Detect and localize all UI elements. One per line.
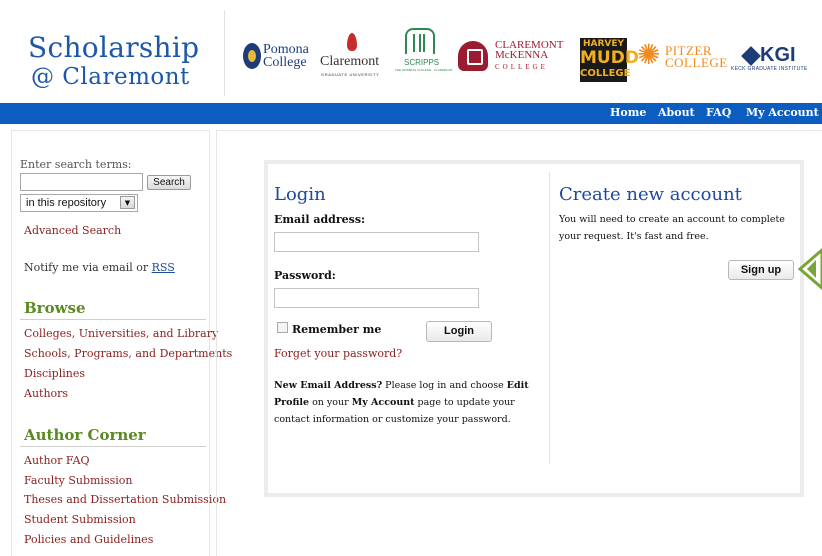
- site-subtitle[interactable]: @ Claremont: [31, 64, 190, 90]
- nav-faq[interactable]: FAQ: [706, 106, 731, 120]
- browse-heading: Browse: [24, 299, 86, 317]
- author-link-theses[interactable]: Theses and Dissertation Submission: [24, 493, 226, 507]
- pomona-seal-icon: [243, 43, 261, 69]
- new-email-note: New Email Address? Please log in and cho…: [274, 377, 550, 428]
- claremont-graduate-university-logo[interactable]: Claremont GRADUATE UNIVERSITY: [319, 33, 389, 81]
- logo-text: GRADUATE UNIVERSITY: [321, 72, 380, 77]
- remember-me-label[interactable]: Remember me: [292, 323, 381, 337]
- note-bold: My Account: [351, 397, 415, 408]
- crest-icon: [458, 41, 488, 71]
- logo-text: KECK GRADUATE INSTITUTE: [731, 66, 808, 72]
- pomona-college-logo[interactable]: Pomona College: [243, 41, 317, 75]
- kgi-mark-icon: [741, 46, 761, 66]
- author-corner-heading: Author Corner: [24, 426, 146, 444]
- create-account-description: You will need to create an account to co…: [559, 214, 785, 242]
- search-button[interactable]: Search: [147, 175, 191, 190]
- author-link-faculty[interactable]: Faculty Submission: [24, 474, 132, 488]
- password-label: Password:: [274, 269, 336, 282]
- logo-text: KGI: [760, 44, 796, 66]
- browse-link-disciplines[interactable]: Disciplines: [24, 367, 85, 381]
- note-bold: New Email Address?: [274, 380, 383, 391]
- logo-text: THE WOMEN'S COLLEGE · CLAREMONT: [395, 68, 453, 72]
- notify-link[interactable]: Notify me via email or: [24, 261, 152, 274]
- arch-icon: [405, 28, 435, 54]
- author-link-student[interactable]: Student Submission: [24, 513, 136, 527]
- top-nav-bar: Home About FAQ My Account: [0, 103, 822, 124]
- callout-arrow-icon: [798, 248, 822, 290]
- create-account-heading: Create new account: [559, 184, 742, 205]
- author-corner-divider: [20, 446, 206, 447]
- tree-icon: ✺: [637, 40, 661, 71]
- browse-divider: [20, 319, 206, 320]
- author-link-policies[interactable]: Policies and Guidelines: [24, 533, 153, 547]
- search-label: Enter search terms:: [20, 158, 132, 171]
- rss-link[interactable]: RSS: [152, 261, 175, 274]
- email-label: Email address:: [274, 213, 366, 226]
- site-title[interactable]: Scholarship: [28, 33, 199, 63]
- search-input[interactable]: [20, 173, 143, 191]
- browse-link-colleges[interactable]: Colleges, Universities, and Library: [24, 327, 218, 341]
- browse-link-schools[interactable]: Schools, Programs, and Departments: [24, 347, 232, 361]
- note-text: on your: [309, 397, 352, 408]
- keck-graduate-institute-logo[interactable]: KGI KECK GRADUATE INSTITUTE: [728, 44, 818, 74]
- login-heading: Login: [274, 184, 326, 205]
- notify-text: Notify me via email or RSS: [24, 261, 175, 275]
- chevron-down-icon[interactable]: ▼: [120, 196, 135, 209]
- logo-text: COLLEGE: [580, 68, 631, 79]
- email-field[interactable]: [274, 232, 479, 252]
- header-divider: [224, 10, 225, 96]
- scripps-college-logo[interactable]: SCRIPPS THE WOMEN'S COLLEGE · CLAREMONT: [395, 28, 453, 83]
- password-field[interactable]: [274, 288, 479, 308]
- logo-text: MUDD: [580, 48, 639, 68]
- logo-text: SCRIPPS: [404, 58, 440, 67]
- advanced-search-link[interactable]: Advanced Search: [24, 224, 121, 238]
- login-button[interactable]: Login: [426, 321, 492, 342]
- logo-text: College: [263, 55, 307, 70]
- sign-up-button[interactable]: Sign up: [728, 260, 794, 280]
- note-text: Please log in and choose: [382, 380, 507, 391]
- harvey-mudd-college-logo[interactable]: HARVEY MUDD COLLEGE: [580, 38, 639, 82]
- author-link-faq[interactable]: Author FAQ: [24, 454, 90, 468]
- nav-home[interactable]: Home: [610, 106, 646, 120]
- remember-me-checkbox[interactable]: [277, 322, 288, 333]
- logo-text: McKENNA: [495, 49, 549, 61]
- nav-about[interactable]: About: [658, 106, 695, 120]
- browse-link-authors[interactable]: Authors: [24, 387, 68, 401]
- logo-text: COLLEGE: [495, 63, 548, 71]
- flame-icon: [347, 33, 357, 51]
- forgot-password-link[interactable]: Forget your password?: [274, 347, 402, 361]
- claremont-mckenna-college-logo[interactable]: CLAREMONT McKENNA COLLEGE: [458, 38, 570, 78]
- logo-text: COLLEGE: [665, 55, 728, 70]
- nav-my-account[interactable]: My Account: [746, 106, 819, 120]
- pitzer-college-logo[interactable]: ✺ PITZER COLLEGE: [637, 40, 727, 74]
- logo-text: Claremont: [320, 54, 380, 69]
